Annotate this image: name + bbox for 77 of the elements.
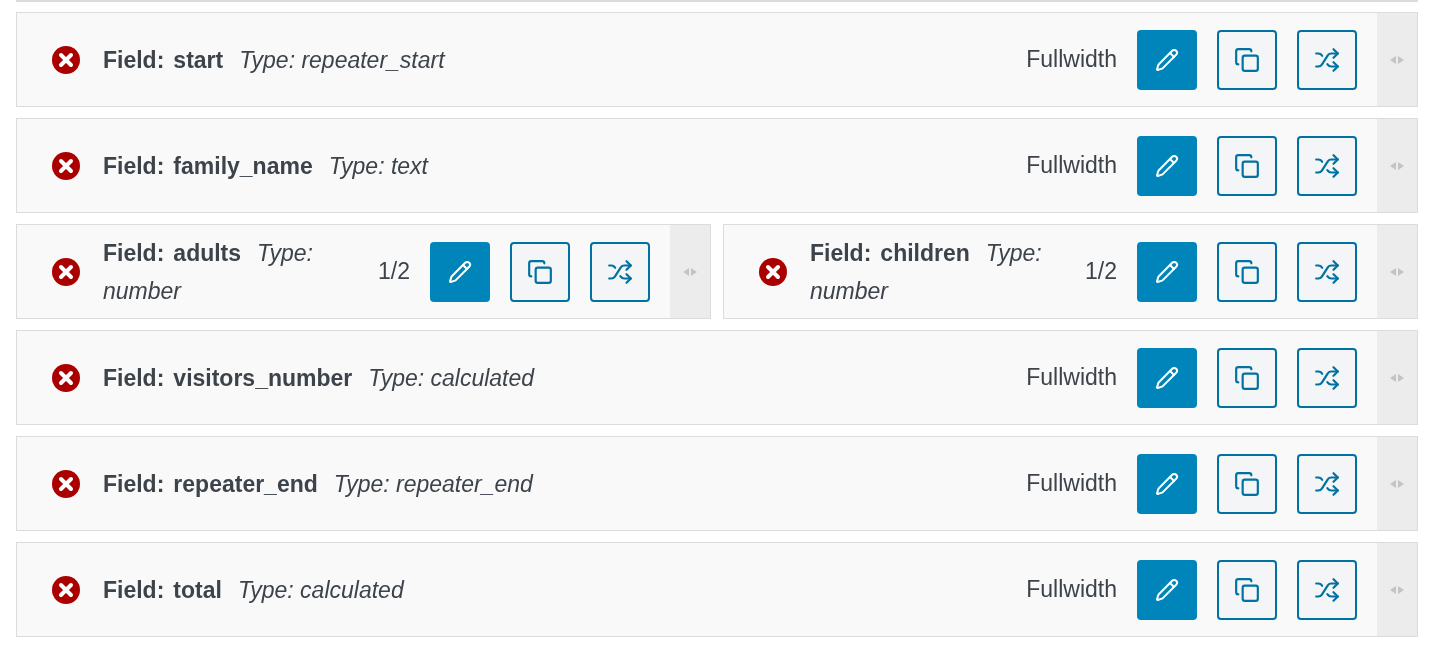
drag-handle[interactable] [670,225,710,318]
edit-button[interactable] [1137,347,1197,408]
edit-button[interactable] [1137,135,1197,196]
delete-icon[interactable] [51,468,81,499]
shuffle-icon [1314,46,1340,73]
pencil-icon [1155,471,1179,496]
width-label: 1/2 [378,257,410,287]
width-label: 1/2 [1085,257,1117,287]
resize-icon [1390,585,1404,594]
pencil-icon [1155,153,1179,178]
field-heading: Field: adults Type: number [103,238,314,306]
shuffle-button[interactable] [1297,135,1357,196]
field-heading: Field: repeater_end Type: repeater_end [103,469,533,499]
duplicate-button[interactable] [1217,453,1277,514]
shuffle-icon [607,258,633,285]
edit-button[interactable] [1137,241,1197,302]
copy-icon [1234,46,1260,73]
field-heading: Field: children Type: number [810,238,1043,306]
field-heading: Field: total Type: calculated [103,575,404,605]
delete-icon[interactable] [51,256,81,287]
width-label: Fullwidth [1026,45,1117,75]
width-label: Fullwidth [1026,363,1117,393]
pencil-icon [448,259,472,284]
duplicate-button[interactable] [510,241,570,302]
shuffle-button[interactable] [1297,241,1357,302]
width-label: Fullwidth [1026,151,1117,181]
drag-handle[interactable] [1377,437,1417,530]
duplicate-button[interactable] [1217,559,1277,620]
shuffle-icon [1314,364,1340,391]
pencil-icon [1155,577,1179,602]
edit-button[interactable] [1137,29,1197,90]
field-heading: Field: visitors_number Type: calculated [103,363,535,393]
shuffle-button[interactable] [1297,29,1357,90]
delete-icon[interactable] [51,362,81,393]
edit-button[interactable] [1137,453,1197,514]
edit-button[interactable] [430,241,490,302]
field-heading: Field: family_name Type: text [103,151,428,181]
duplicate-button[interactable] [1217,29,1277,90]
drag-handle[interactable] [1377,119,1417,212]
resize-icon [1390,55,1404,64]
drag-handle[interactable] [1377,13,1417,106]
duplicate-button[interactable] [1217,347,1277,408]
shuffle-button[interactable] [1297,453,1357,514]
width-label: Fullwidth [1026,575,1117,605]
copy-icon [1234,470,1260,497]
pencil-icon [1155,259,1179,284]
edit-button[interactable] [1137,559,1197,620]
copy-icon [1234,364,1260,391]
resize-icon [683,267,697,276]
copy-icon [1234,258,1260,285]
delete-icon[interactable] [758,256,788,287]
delete-icon[interactable] [51,44,81,75]
resize-icon [1390,373,1404,382]
drag-handle[interactable] [1377,225,1417,318]
duplicate-button[interactable] [1217,135,1277,196]
delete-icon[interactable] [51,574,81,605]
duplicate-button[interactable] [1217,241,1277,302]
pencil-icon [1155,365,1179,390]
shuffle-button[interactable] [590,241,650,302]
pencil-icon [1155,47,1179,72]
drag-handle[interactable] [1377,331,1417,424]
copy-icon [1234,576,1260,603]
shuffle-icon [1314,470,1340,497]
delete-icon[interactable] [51,150,81,181]
field-heading: Field: start Type: repeater_start [103,45,445,75]
shuffle-icon [1314,152,1340,179]
shuffle-icon [1314,576,1340,603]
shuffle-button[interactable] [1297,559,1357,620]
shuffle-button[interactable] [1297,347,1357,408]
drag-handle[interactable] [1377,543,1417,636]
width-label: Fullwidth [1026,469,1117,499]
resize-icon [1390,267,1404,276]
resize-icon [1390,479,1404,488]
copy-icon [1234,152,1260,179]
resize-icon [1390,161,1404,170]
shuffle-icon [1314,258,1340,285]
copy-icon [527,258,553,285]
